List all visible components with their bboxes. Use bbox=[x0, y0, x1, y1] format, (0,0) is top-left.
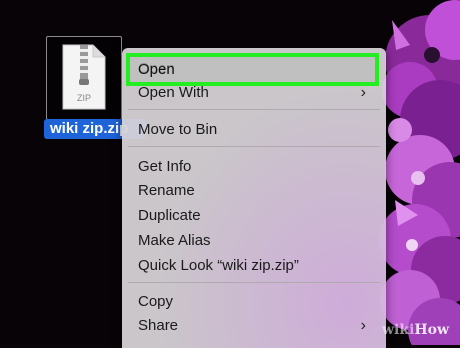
watermark-suffix: How bbox=[414, 322, 450, 338]
menu-item-quick-look[interactable]: Quick Look “wiki zip.zip” bbox=[122, 254, 386, 278]
menu-item-move-to-bin[interactable]: Move to Bin bbox=[122, 118, 386, 142]
context-menu: Open Open With › Move to Bin Get Info Ren… bbox=[122, 48, 386, 348]
menu-item-label: Open With bbox=[138, 84, 209, 101]
zip-file-icon[interactable]: ZIP bbox=[61, 43, 107, 111]
wikihow-watermark: wikiHow bbox=[382, 322, 449, 338]
zip-file-icon-container[interactable]: ZIP bbox=[46, 36, 122, 120]
menu-item-open-highlighted[interactable]: Open bbox=[122, 58, 372, 82]
menu-item-label: Rename bbox=[138, 182, 195, 199]
menu-item-label: Move to Bin bbox=[138, 121, 218, 138]
menu-item-label: Open bbox=[138, 61, 175, 78]
menu-item-label: Duplicate bbox=[138, 207, 201, 224]
menu-separator bbox=[128, 282, 380, 283]
menu-item-label: Copy bbox=[138, 293, 174, 310]
menu-separator bbox=[128, 109, 380, 110]
menu-separator bbox=[128, 146, 380, 147]
menu-item-label: Share bbox=[138, 317, 179, 334]
zip-badge: ZIP bbox=[77, 93, 91, 103]
menu-item-rename[interactable]: Rename bbox=[122, 179, 386, 203]
menu-item-copy[interactable]: Copy bbox=[122, 290, 386, 314]
menu-item-duplicate[interactable]: Duplicate bbox=[122, 204, 386, 228]
menu-item-get-info[interactable]: Get Info bbox=[122, 155, 386, 179]
menu-item-make-alias[interactable]: Make Alias bbox=[122, 229, 386, 253]
menu-item-label: Get Info bbox=[138, 158, 192, 175]
flower-cluster bbox=[379, 0, 460, 345]
chevron-right-icon: › bbox=[360, 317, 366, 334]
menu-item-label: Make Alias bbox=[138, 232, 211, 249]
menu-item-label: Quick Look “wiki zip.zip” bbox=[138, 257, 299, 274]
watermark-prefix: wiki bbox=[382, 322, 415, 338]
menu-item-share[interactable]: Share › bbox=[122, 314, 386, 338]
